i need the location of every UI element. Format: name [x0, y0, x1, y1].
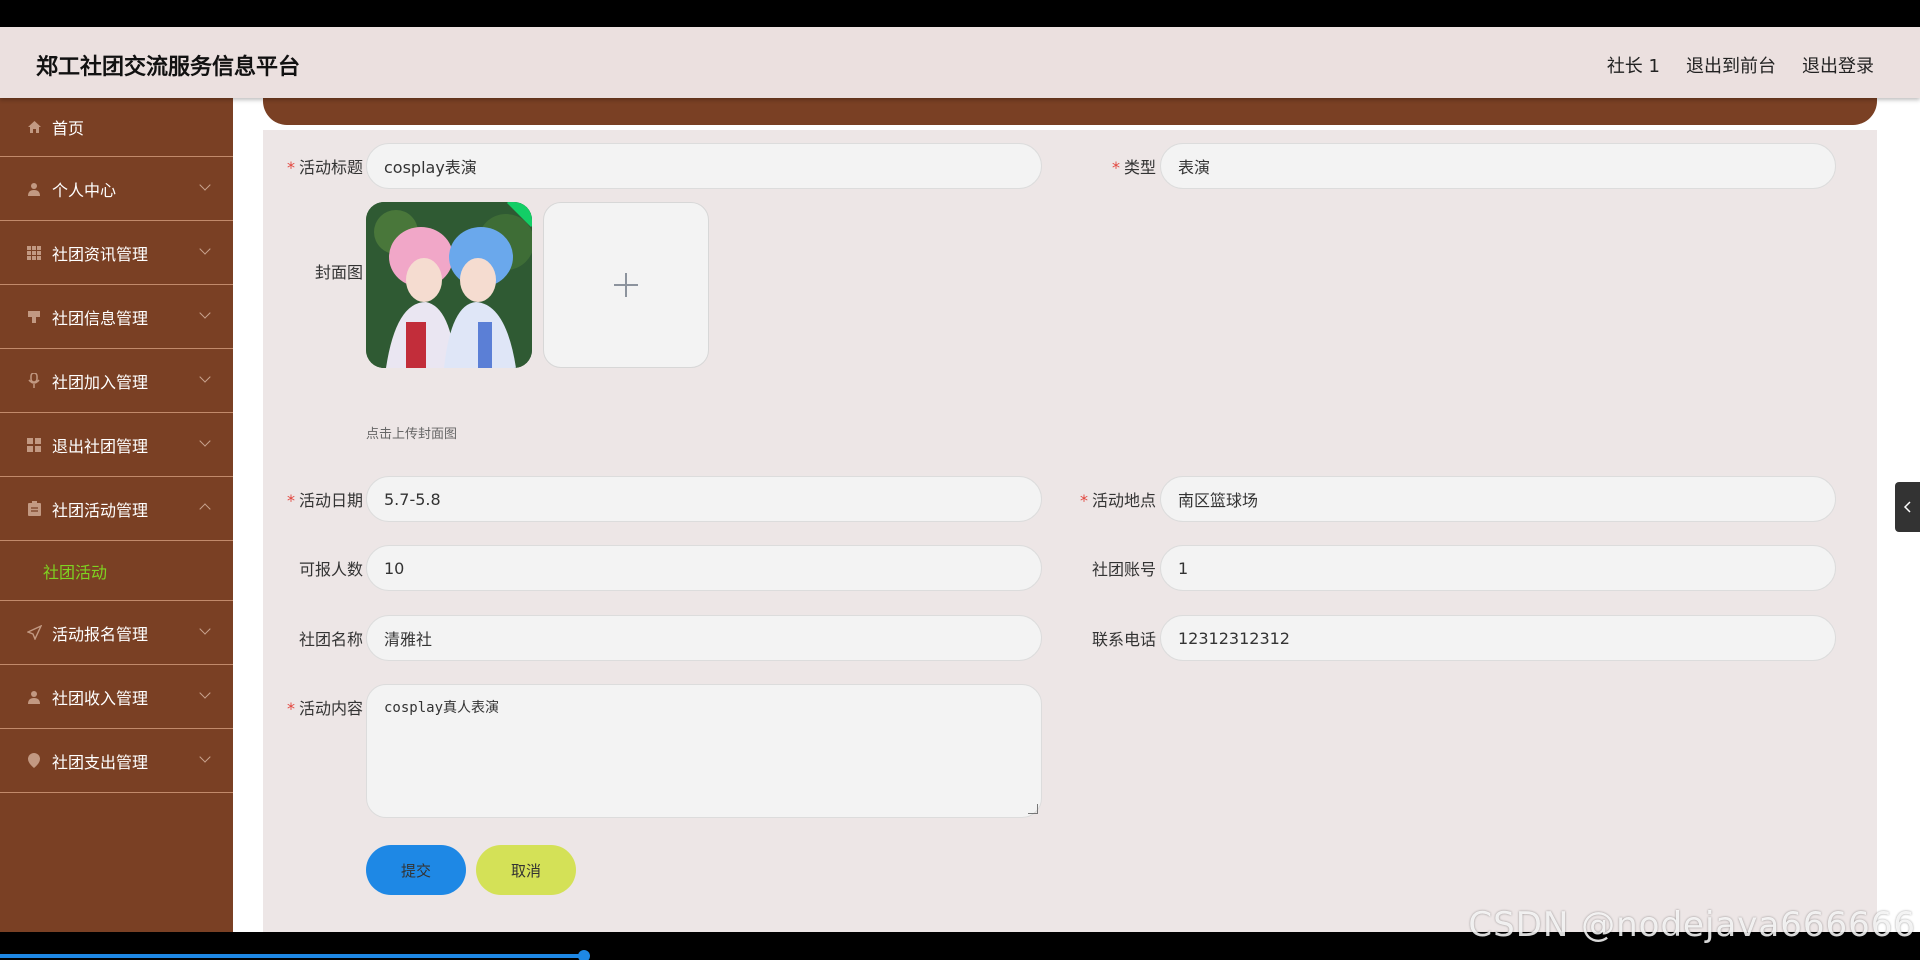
- sidebar-item-club-activity[interactable]: 社团活动管理: [0, 477, 233, 541]
- content-textarea[interactable]: cosplay真人表演: [366, 684, 1042, 818]
- sidebar-item-profile[interactable]: 个人中心: [0, 157, 233, 221]
- sidebar-item-label: 社团收入管理: [52, 688, 149, 708]
- activity-title-input[interactable]: cosplay表演: [366, 143, 1042, 189]
- cancel-button[interactable]: 取消: [476, 845, 576, 895]
- sidebar-item-registration[interactable]: 活动报名管理: [0, 601, 233, 665]
- form-panel: * 活动标题 cosplay表演 * 类型 表演 封面图 点击上传封面图 * 活…: [263, 130, 1877, 932]
- clipboard-icon: [26, 501, 42, 517]
- side-drawer-toggle[interactable]: [1895, 482, 1920, 532]
- mic-icon: [26, 373, 42, 389]
- chevron-down-icon: [199, 751, 211, 763]
- sidebar-item-label: 社团资讯管理: [52, 244, 149, 264]
- location-input[interactable]: 南区篮球场: [1160, 476, 1836, 522]
- chevron-down-icon: [199, 371, 211, 383]
- type-label: * 类型: [1111, 158, 1156, 177]
- location-icon: [26, 753, 42, 769]
- header-nav: 社长 1 退出到前台 退出登录: [1607, 52, 1874, 78]
- location-label: * 活动地点: [1079, 491, 1156, 510]
- sidebar-item-club-info[interactable]: 社团信息管理: [0, 285, 233, 349]
- sidebar-item-label: 社团信息管理: [52, 308, 149, 328]
- chevron-down-icon: [199, 243, 211, 255]
- activity-date-label: * 活动日期: [286, 491, 363, 510]
- sidebar-item-label: 个人中心: [52, 180, 117, 200]
- club-name-label: 社团名称: [298, 630, 363, 649]
- cover-image[interactable]: [366, 202, 532, 368]
- activity-title-label: * 活动标题: [286, 158, 363, 177]
- submit-button[interactable]: 提交: [366, 845, 466, 895]
- sidebar-item-label: 退出社团管理: [52, 436, 149, 456]
- video-progress-bar[interactable]: [0, 954, 585, 958]
- club-account-label: 社团账号: [1091, 560, 1156, 579]
- watermark: CSDN @nodejava666666: [1468, 905, 1916, 945]
- app-title: 郑工社团交流服务信息平台: [36, 55, 301, 80]
- user-icon: [26, 689, 42, 705]
- home-icon: [26, 119, 42, 135]
- grid-icon: [26, 245, 42, 261]
- phone-input[interactable]: 12312312312: [1160, 615, 1836, 661]
- club-name-input[interactable]: 清雅社: [366, 615, 1042, 661]
- sidebar-item-income[interactable]: 社团收入管理: [0, 665, 233, 729]
- content-label: * 活动内容: [286, 699, 363, 718]
- cover-label: 封面图: [314, 263, 363, 282]
- chevron-up-icon: [199, 503, 211, 515]
- top-header: 郑工社团交流服务信息平台 社长 1 退出到前台 退出登录: [0, 27, 1920, 98]
- send-icon: [26, 625, 42, 641]
- chevron-down-icon: [199, 435, 211, 447]
- chevron-down-icon: [199, 687, 211, 699]
- chevron-down-icon: [199, 623, 211, 635]
- user-icon: [26, 181, 42, 197]
- cover-upload-hint: 点击上传封面图: [366, 427, 458, 442]
- chevron-down-icon: [199, 179, 211, 191]
- sidebar: 首页 个人中心 社团资讯管理 社团信息管理 社团加入管理 退出社团管理 社团活动…: [0, 98, 233, 932]
- chevron-left-icon: [1903, 501, 1911, 513]
- cover-photo: [366, 202, 532, 368]
- sidebar-item-label: 社团活动管理: [52, 500, 149, 520]
- phone-label: 联系电话: [1091, 630, 1156, 649]
- plus-icon: [614, 273, 638, 297]
- sidebar-item-expense[interactable]: 社团支出管理: [0, 729, 233, 793]
- activity-date-input[interactable]: 5.7-5.8: [366, 476, 1042, 522]
- upload-cover-button[interactable]: [543, 202, 709, 368]
- club-account-input[interactable]: 1: [1160, 545, 1836, 591]
- user-name-link[interactable]: 社长 1: [1607, 52, 1660, 78]
- content-text: cosplay真人表演: [384, 700, 500, 716]
- main-content: * 活动标题 cosplay表演 * 类型 表演 封面图 点击上传封面图 * 活…: [233, 90, 1920, 932]
- sidebar-item-label: 社团支出管理: [52, 752, 149, 772]
- sidebar-item-club-news[interactable]: 社团资讯管理: [0, 221, 233, 285]
- apps-icon: [26, 437, 42, 453]
- video-progress-handle[interactable]: [578, 950, 590, 960]
- capacity-input[interactable]: 10: [366, 545, 1042, 591]
- sidebar-item-club-join[interactable]: 社团加入管理: [0, 349, 233, 413]
- sidebar-item-home[interactable]: 首页: [0, 98, 233, 157]
- app-window: 郑工社团交流服务信息平台 社长 1 退出到前台 退出登录 首页 个人中心 社团资…: [0, 27, 1920, 932]
- logout-link[interactable]: 退出登录: [1802, 52, 1874, 78]
- sidebar-item-club-quit[interactable]: 退出社团管理: [0, 413, 233, 477]
- sidebar-item-label: 活动报名管理: [52, 624, 149, 644]
- stamp-icon: [26, 309, 42, 325]
- capacity-label: 可报人数: [298, 560, 363, 579]
- sidebar-subitem-club-activity[interactable]: 社团活动: [0, 541, 233, 601]
- type-input[interactable]: 表演: [1160, 143, 1836, 189]
- sidebar-item-label: 社团加入管理: [52, 372, 149, 392]
- sidebar-item-label: 首页: [52, 119, 85, 138]
- back-to-frontend-link[interactable]: 退出到前台: [1686, 52, 1776, 78]
- chevron-down-icon: [199, 307, 211, 319]
- resize-handle[interactable]: [1028, 804, 1038, 814]
